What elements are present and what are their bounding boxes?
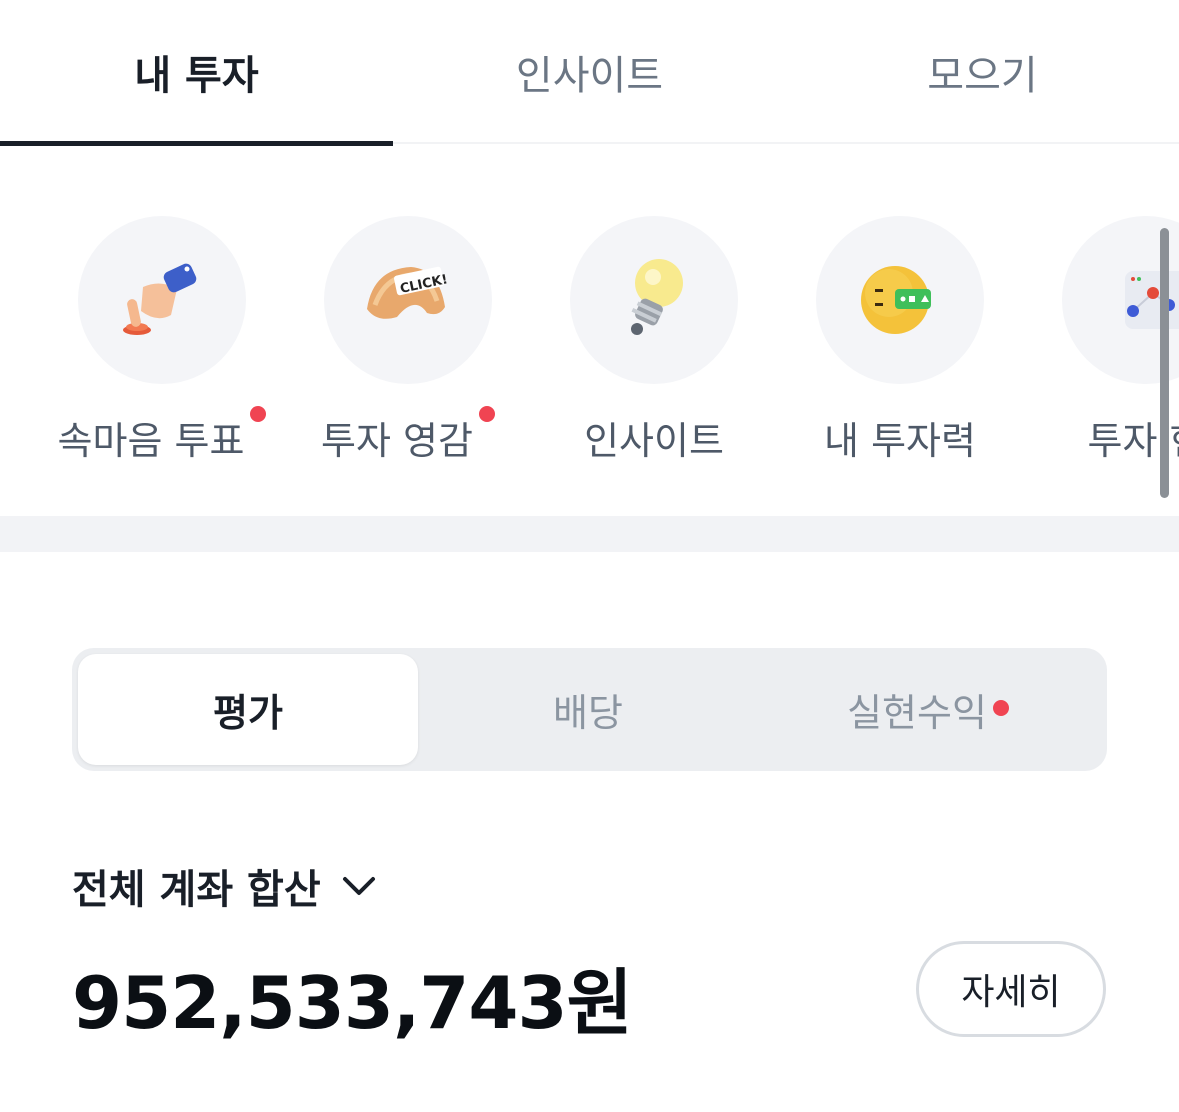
segment-label: 배당 [553,691,623,735]
total-amount: 952,533,743원 [72,961,633,1045]
shortcut-label: 속마음 투표 [39,406,285,465]
profit-type-segmented-control: 평가 배당 실현수익 [72,648,1107,771]
tab-collect[interactable]: 모으기 [786,0,1179,144]
carousel-scrollbar[interactable] [1160,228,1169,498]
lightbulb-icon [570,216,738,384]
tab-insight[interactable]: 인사이트 [393,0,786,144]
account-selector[interactable]: 전체 계좌 합산 [72,858,379,914]
shortcut-investment-inspiration[interactable]: CLICK! 투자 영감 [285,216,531,476]
smiley-face-icon [816,216,984,384]
new-badge-dot [992,699,1009,716]
account-selector-label: 전체 계좌 합산 [72,867,321,913]
top-tab-bar: 내 투자 인사이트 모으기 [0,0,1179,146]
shortcut-carousel[interactable]: 속마음 투표 CLICK! 투자 영감 인사이트 내 투자력 투자 [0,144,1179,516]
shortcut-my-investment-power[interactable]: 내 투자력 [777,216,1023,476]
segment-label: 평가 [213,691,283,735]
segment-realized-profit[interactable]: 실현수익 [758,654,1098,765]
tab-my-investment[interactable]: 내 투자 [0,0,393,146]
section-divider [0,516,1179,552]
tab-label: 인사이트 [515,53,664,99]
shortcut-investment-status[interactable]: 투자 현 [1023,216,1179,476]
detail-button-label: 자세히 [961,972,1061,1013]
shortcut-label: 투자 현 [1087,419,1179,463]
tab-label: 모으기 [927,53,1038,99]
segment-valuation[interactable]: 평가 [78,654,418,765]
shortcut-label: 내 투자력 [824,419,976,463]
new-badge-dot [250,406,267,422]
shortcut-label: 투자 영감 [285,406,531,465]
shortcut-insight[interactable]: 인사이트 [531,216,777,476]
fortune-cookie-click-icon: CLICK! [324,216,492,384]
chevron-down-icon [342,877,375,895]
tab-label: 내 투자 [134,53,259,99]
segment-label: 실현수익 [847,691,987,735]
detail-button[interactable]: 자세히 [916,941,1106,1037]
new-badge-dot [478,406,495,422]
shortcut-vote[interactable]: 속마음 투표 [39,216,285,476]
segment-dividend[interactable]: 배당 [418,654,758,765]
shortcut-label: 인사이트 [584,419,724,463]
page: 내 투자 인사이트 모으기 속마음 투표 CLICK! 투자 영감 인사이트 내… [0,0,1179,1112]
pointing-hand-button-icon [78,216,246,384]
